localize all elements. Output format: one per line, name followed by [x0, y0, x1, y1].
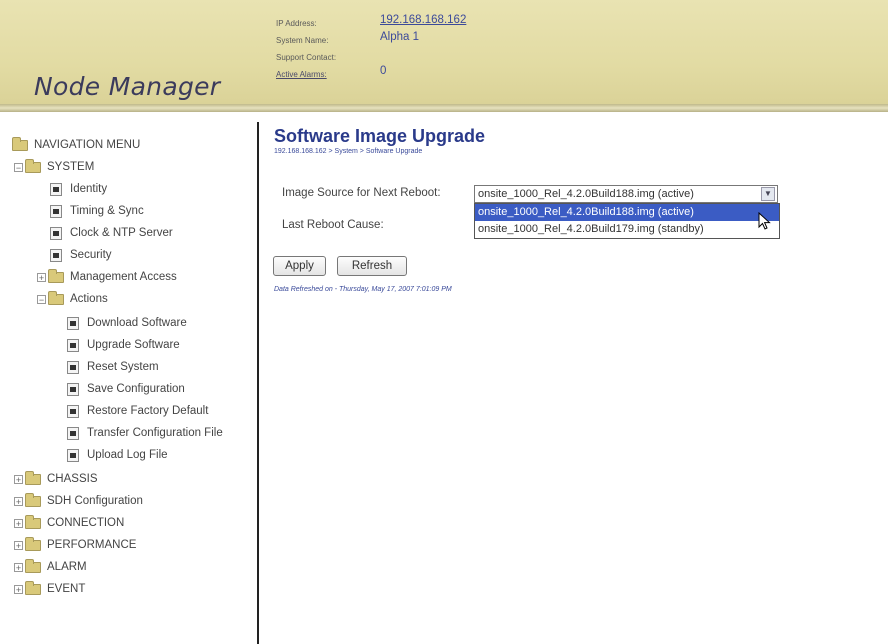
nav-item-label: PERFORMANCE: [47, 539, 137, 551]
nav-item-sdh-configuration[interactable]: + SDH Configuration: [14, 491, 143, 511]
folder-icon: [48, 268, 64, 283]
folder-icon: [25, 470, 41, 485]
image-source-label: Image Source for Next Reboot:: [282, 187, 441, 199]
system-name-label: System Name:: [276, 36, 329, 45]
collapse-icon[interactable]: −: [37, 294, 46, 304]
nav-item-label: CONNECTION: [47, 517, 125, 529]
nav-item-management-access[interactable]: + Management Access: [37, 267, 177, 287]
nav-item-security[interactable]: Security: [50, 245, 112, 265]
nav-item-timing-sync[interactable]: Timing & Sync: [50, 201, 144, 221]
page-icon: [67, 426, 79, 440]
nav-item-label: Reset System: [87, 361, 159, 373]
page-icon: [67, 448, 79, 462]
nav-menu-label: NAVIGATION MENU: [34, 139, 141, 151]
breadcrumb: 192.168.168.162 > System > Software Upgr…: [274, 148, 423, 155]
nav-item-chassis[interactable]: + CHASSIS: [14, 469, 98, 489]
nav-item-label: SDH Configuration: [47, 495, 143, 507]
app-logo: Node Manager: [34, 72, 221, 101]
ip-address-link[interactable]: 192.168.168.162: [380, 14, 466, 26]
nav-item-event[interactable]: + EVENT: [14, 579, 85, 599]
nav-item-label: Upload Log File: [87, 449, 168, 461]
nav-item-system[interactable]: − SYSTEM: [14, 157, 94, 177]
page-icon: [67, 338, 79, 352]
active-alarms-value: 0: [380, 65, 387, 77]
nav-item-label: Restore Factory Default: [87, 405, 209, 417]
apply-button[interactable]: Apply: [273, 256, 326, 276]
folder-icon: [25, 514, 41, 529]
nav-item-upload-log[interactable]: Upload Log File: [67, 445, 168, 465]
folder-icon: [25, 536, 41, 551]
header-divider: [0, 104, 888, 112]
header-banner: Node Manager IP Address: 192.168.168.162…: [0, 0, 888, 112]
dropdown-option-standby[interactable]: onsite_1000_Rel_4.2.0Build179.img (stand…: [475, 221, 779, 238]
nav-item-label: Save Configuration: [87, 383, 185, 395]
nav-item-label: EVENT: [47, 583, 86, 595]
page-title: Software Image Upgrade: [274, 126, 486, 146]
page-icon: [50, 204, 62, 218]
folder-icon: [25, 492, 41, 507]
expand-icon[interactable]: +: [14, 474, 23, 484]
nav-item-alarm[interactable]: + ALARM: [14, 557, 87, 577]
image-source-select[interactable]: onsite_1000_Rel_4.2.0Build188.img (activ…: [474, 185, 778, 203]
folder-icon: [25, 580, 41, 595]
last-reboot-label: Last Reboot Cause:: [282, 219, 384, 231]
nav-item-label: Upgrade Software: [87, 339, 180, 351]
folder-icon: [25, 558, 41, 573]
refresh-button[interactable]: Refresh: [337, 256, 407, 276]
nav-item-upgrade-software[interactable]: Upgrade Software: [67, 335, 180, 355]
active-alarms-link[interactable]: Active Alarms:: [276, 70, 327, 79]
page-icon: [50, 182, 62, 196]
system-name-value: Alpha 1: [380, 31, 420, 43]
nav-item-label: Clock & NTP Server: [70, 227, 173, 239]
expand-icon[interactable]: +: [14, 540, 23, 550]
nav-item-actions[interactable]: − Actions: [37, 289, 108, 309]
page-icon: [50, 226, 62, 240]
navigation-sidebar: NAVIGATION MENU − SYSTEM Identity Timing…: [0, 122, 259, 644]
nav-item-label: Identity: [70, 183, 108, 195]
expand-icon[interactable]: +: [14, 562, 23, 572]
nav-item-clock-ntp[interactable]: Clock & NTP Server: [50, 223, 173, 243]
data-refreshed-timestamp: Data Refreshed on - Thursday, May 17, 20…: [274, 286, 452, 293]
nav-item-label: SYSTEM: [47, 161, 95, 173]
nav-item-save-configuration[interactable]: Save Configuration: [67, 379, 185, 399]
folder-open-icon: [48, 290, 64, 305]
nav-item-label: Download Software: [87, 317, 187, 329]
nav-item-label: Management Access: [70, 271, 177, 283]
expand-icon[interactable]: +: [37, 272, 46, 282]
folder-icon: [12, 136, 28, 151]
expand-icon[interactable]: +: [14, 496, 23, 506]
nav-item-reset-system[interactable]: Reset System: [67, 357, 159, 377]
nav-item-performance[interactable]: + PERFORMANCE: [14, 535, 136, 555]
image-source-dropdown[interactable]: onsite_1000_Rel_4.2.0Build188.img (activ…: [474, 203, 780, 239]
nav-item-label: Timing & Sync: [70, 205, 144, 217]
dropdown-option-active[interactable]: onsite_1000_Rel_4.2.0Build188.img (activ…: [475, 204, 779, 221]
folder-open-icon: [25, 158, 41, 173]
nav-item-identity[interactable]: Identity: [50, 179, 107, 199]
dropdown-arrow-icon[interactable]: ▼: [761, 187, 775, 201]
nav-menu-header[interactable]: NAVIGATION MENU: [12, 135, 140, 155]
image-source-value: onsite_1000_Rel_4.2.0Build188.img (activ…: [478, 188, 694, 200]
nav-item-connection[interactable]: + CONNECTION: [14, 513, 124, 533]
page-icon: [50, 248, 62, 262]
support-contact-label: Support Contact:: [276, 53, 337, 62]
nav-item-label: Actions: [70, 293, 108, 305]
expand-icon[interactable]: +: [14, 584, 23, 594]
page-icon: [67, 360, 79, 374]
nav-item-label: Transfer Configuration File: [87, 427, 223, 439]
page-icon: [67, 404, 79, 418]
ip-address-label: IP Address:: [276, 19, 317, 28]
page-icon: [67, 316, 79, 330]
nav-item-label: CHASSIS: [47, 473, 98, 485]
collapse-icon[interactable]: −: [14, 162, 23, 172]
page-icon: [67, 382, 79, 396]
nav-item-transfer-configuration[interactable]: Transfer Configuration File: [67, 423, 223, 443]
nav-item-restore-factory-default[interactable]: Restore Factory Default: [67, 401, 208, 421]
nav-item-download-software[interactable]: Download Software: [67, 313, 187, 333]
expand-icon[interactable]: +: [14, 518, 23, 528]
nav-item-label: ALARM: [47, 561, 87, 573]
nav-item-label: Security: [70, 249, 112, 261]
mouse-cursor-icon: [758, 212, 771, 230]
